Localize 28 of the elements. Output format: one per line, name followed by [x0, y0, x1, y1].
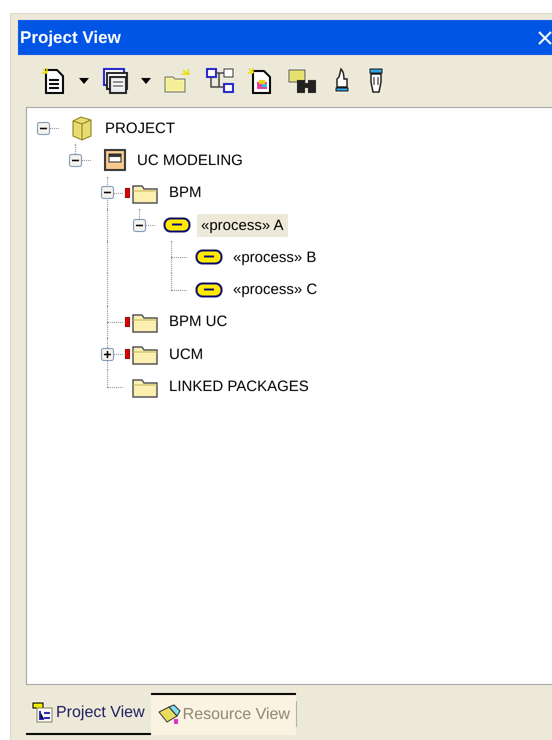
close-icon[interactable] [538, 30, 552, 44]
expander-toggle[interactable] [36, 122, 50, 135]
tree-item[interactable]: PROJECT [101, 116, 180, 140]
tree-view-icon [32, 702, 54, 724]
tree-item[interactable]: «process» C [229, 278, 322, 302]
expander-toggle[interactable] [68, 154, 82, 167]
window-title: Project View [19, 28, 121, 48]
expander-toggle[interactable] [100, 186, 114, 200]
caret-icon[interactable] [141, 78, 151, 84]
tree-item[interactable]: LINKED PACKAGES [165, 375, 313, 398]
hierarchy-icon[interactable] [205, 67, 235, 95]
model-icon [103, 148, 127, 172]
expander-toggle[interactable] [100, 348, 114, 361]
process-icon [195, 249, 223, 266]
tree-item[interactable]: «process» B [229, 246, 320, 269]
new-document-icon[interactable] [41, 67, 67, 95]
expander-toggle[interactable] [132, 218, 146, 232]
tree-item[interactable]: UCM [165, 342, 208, 366]
caret-icon[interactable] [79, 78, 89, 84]
new-folder-icon[interactable] [163, 67, 193, 95]
process-icon [163, 217, 191, 234]
process-icon [195, 282, 223, 298]
open-box-icon [156, 704, 181, 726]
tree-item[interactable]: BPM UC [165, 310, 232, 334]
tree-item[interactable]: UC MODELING [133, 148, 247, 172]
tree-item[interactable]: BPM [165, 181, 206, 204]
stacked-windows-icon[interactable] [101, 67, 129, 95]
tree-item[interactable]: «process» A [197, 214, 288, 237]
